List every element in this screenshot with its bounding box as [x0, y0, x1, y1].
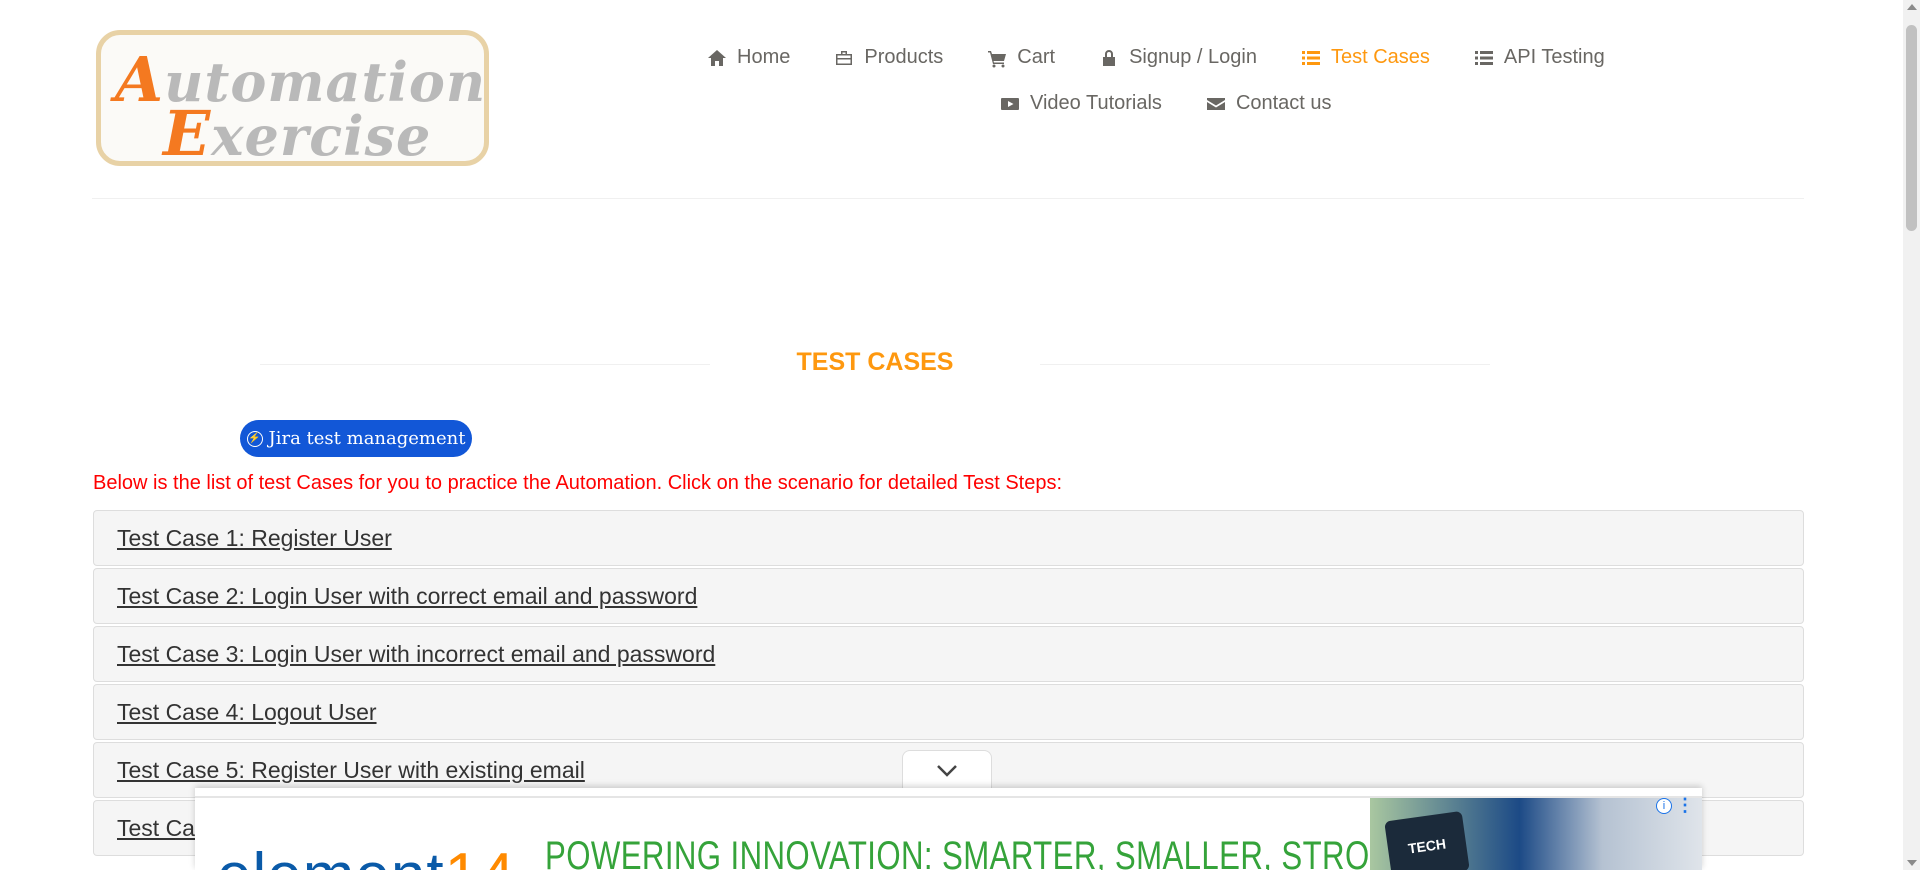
scroll-thumb[interactable]: [1906, 25, 1917, 231]
nav-test-cases-label: Test Cases: [1330, 46, 1430, 68]
test-case-link[interactable]: Test Case 2: Login User with correct ema…: [117, 583, 697, 610]
nav-signup-login-label: Signup / Login: [1129, 46, 1257, 68]
nav-products-label: Products: [864, 46, 944, 68]
nav-signup-login[interactable]: Signup / Login: [1099, 46, 1257, 69]
test-case-link[interactable]: Test Case 1: Register User: [117, 525, 392, 552]
ad-product-image: TECH: [1370, 798, 1702, 870]
nav-cart[interactable]: Cart: [987, 46, 1055, 69]
cart-icon: [988, 50, 1007, 67]
test-case-link[interactable]: Test Case 4: Logout User: [117, 699, 377, 726]
test-case-item: Test Case 4: Logout User: [93, 684, 1804, 740]
nav-home[interactable]: Home: [707, 46, 790, 69]
test-case-link[interactable]: Test Case 3: Login User with incorrect e…: [117, 641, 715, 668]
nav-api-testing[interactable]: API Testing: [1474, 46, 1605, 69]
test-case-link[interactable]: Test Case 5: Register User with existing…: [117, 757, 585, 784]
scroll-up-arrow-icon[interactable]: [1907, 4, 1917, 10]
test-case-item: Test Case 3: Login User with incorrect e…: [93, 626, 1804, 682]
ad-more-options-icon[interactable]: ⋮: [1676, 796, 1694, 814]
bolt-icon: ⚡: [246, 430, 263, 447]
nav-products[interactable]: Products: [834, 46, 943, 69]
list-icon: [1474, 50, 1493, 65]
ad-info-icon[interactable]: i: [1656, 798, 1672, 814]
ad-brand: element14: [217, 840, 516, 870]
intro-text: Below is the list of test Cases for you …: [93, 472, 1063, 494]
list-icon: [1301, 50, 1320, 65]
nav-contact-us[interactable]: Contact us: [1206, 92, 1332, 115]
envelope-icon: [1206, 97, 1225, 110]
lock-icon: [1103, 49, 1116, 66]
ad-headline: POWERING INNOVATION: SMARTER, SMALLER, S…: [545, 834, 1462, 870]
page-title: TEST CASES: [796, 348, 954, 376]
page-title-block: TEST CASES: [260, 346, 1490, 380]
nav-api-testing-label: API Testing: [1503, 46, 1605, 68]
nav-home-label: Home: [737, 46, 791, 68]
jira-button-label: Jira test management: [268, 428, 466, 449]
header-divider: [92, 198, 1804, 199]
chevron-down-icon: [937, 765, 957, 777]
test-case-item: Test Case 2: Login User with correct ema…: [93, 568, 1804, 624]
nav-video-tutorials[interactable]: Video Tutorials: [1000, 92, 1162, 115]
ad-tablet-image: TECH: [1384, 810, 1470, 870]
site-logo[interactable]: Automation Exercise: [96, 30, 489, 170]
scroll-down-arrow-icon[interactable]: [1907, 860, 1917, 866]
ad-collapse-button[interactable]: [902, 750, 992, 791]
ad-content: element14 POWERING INNOVATION: SMARTER, …: [195, 796, 1702, 870]
nav-test-cases[interactable]: Test Cases: [1301, 46, 1430, 69]
nav-cart-label: Cart: [1017, 46, 1056, 68]
logo-line-2: Exercise: [163, 97, 432, 170]
jira-test-management-button[interactable]: ⚡ Jira test management: [240, 420, 472, 457]
briefcase-icon: [836, 50, 853, 65]
nav-contact-us-label: Contact us: [1235, 92, 1332, 114]
youtube-play-icon: [1001, 97, 1019, 110]
page-scrollbar[interactable]: [1903, 0, 1920, 870]
main-nav-row-1: Home Products Cart Signup / Login Test C…: [707, 46, 1649, 69]
test-case-item: Test Case 1: Register User: [93, 510, 1804, 566]
ad-banner[interactable]: element14 POWERING INNOVATION: SMARTER, …: [195, 788, 1702, 870]
nav-video-tutorials-label: Video Tutorials: [1030, 92, 1162, 114]
main-nav-row-2: Video Tutorials Contact us: [1000, 92, 1376, 115]
home-icon: [708, 49, 726, 66]
